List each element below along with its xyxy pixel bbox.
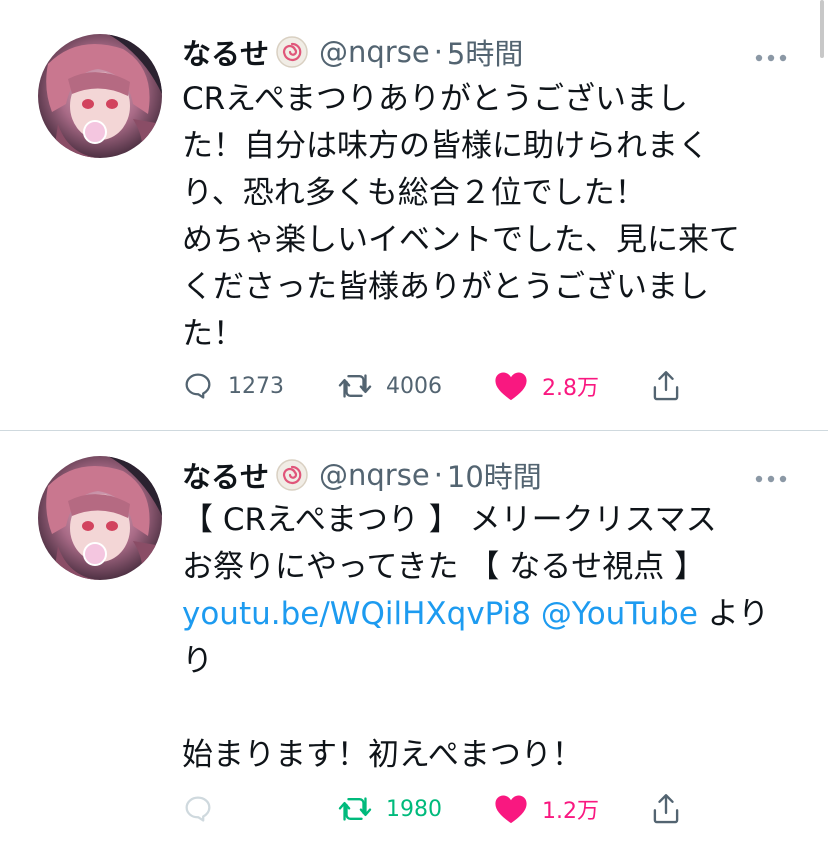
like-count: 1.2万 xyxy=(542,799,599,824)
like-button[interactable]: 2.8万 xyxy=(494,362,599,410)
separator-dot: · xyxy=(433,458,443,492)
avatar[interactable] xyxy=(38,456,162,580)
reply-count: 1273 xyxy=(228,373,284,399)
tweet-text-fragment: より xyxy=(697,596,770,632)
like-button[interactable]: 1.2万 xyxy=(494,785,599,833)
more-options-icon[interactable] xyxy=(754,48,788,62)
tweet-text-line: お祭りにやってきた 【 なるせ視点 】 xyxy=(182,549,706,585)
tweet-actions: 1980 1.2万 xyxy=(182,785,702,833)
youtube-link[interactable]: youtu.be/WQilHXqvPi8 xyxy=(182,596,531,632)
reply-button[interactable] xyxy=(182,785,228,833)
reply-icon xyxy=(182,370,214,402)
share-icon xyxy=(650,369,682,403)
share-icon xyxy=(650,792,682,826)
author-name[interactable]: なるせ xyxy=(182,454,269,496)
heart-icon xyxy=(494,370,528,402)
retweet-count: 1980 xyxy=(386,796,442,822)
author-handle[interactable]: @nqrse xyxy=(319,458,430,492)
scrollbar[interactable] xyxy=(820,0,824,58)
author-handle[interactable]: @nqrse xyxy=(319,35,430,69)
share-button[interactable] xyxy=(650,785,682,833)
tweet-header: なるせ @nqrse · 5時間 xyxy=(182,30,523,74)
tweet-text-line xyxy=(182,685,792,732)
timestamp[interactable]: 10時間 xyxy=(447,454,542,496)
more-options-icon[interactable] xyxy=(754,469,788,483)
like-count: 2.8万 xyxy=(542,376,599,401)
tweet-actions: 1273 4006 2.8万 xyxy=(182,362,702,410)
timestamp[interactable]: 5時間 xyxy=(447,31,523,73)
tweet-text-line: くださった皆様ありがとうございまし xyxy=(182,269,709,305)
heart-icon xyxy=(494,793,528,825)
tweet-text-line: youtu.be/WQilHXqvPi8 @YouTube より xyxy=(182,591,792,638)
tweet[interactable]: なるせ @nqrse · 5時間 CRえぺまつりありがとうございまし た！自分は味… xyxy=(0,0,828,430)
tweet[interactable]: なるせ @nqrse · 10時間 【 CRえぺまつり 】 メリークリスマス お祭… xyxy=(0,431,828,858)
author-name[interactable]: なるせ xyxy=(182,31,269,73)
tweet-text-line: めちゃ楽しいイベントでした、見に来て xyxy=(182,222,740,258)
tweet-text-line: た！自分は味方の皆様に助けられまく xyxy=(182,128,709,164)
tweet-text-line: 【 CRえぺまつり 】 メリークリスマス xyxy=(182,502,717,538)
retweet-icon xyxy=(338,793,372,825)
tweet-text-line: り xyxy=(182,643,213,679)
tweet-text-line: た！ xyxy=(182,316,244,352)
swirl-emoji-icon xyxy=(275,35,309,69)
avatar[interactable] xyxy=(38,34,162,158)
retweet-icon xyxy=(338,370,372,402)
tweet-header: なるせ @nqrse · 10時間 xyxy=(182,453,542,497)
swirl-emoji-icon xyxy=(275,458,309,492)
retweet-button[interactable]: 4006 xyxy=(338,362,442,410)
separator-dot: · xyxy=(433,35,443,69)
share-button[interactable] xyxy=(650,362,682,410)
retweet-button[interactable]: 1980 xyxy=(338,785,442,833)
tweet-text-line: り、恐れ多くも総合２位でした！ xyxy=(182,175,646,211)
reply-button[interactable]: 1273 xyxy=(182,362,284,410)
reply-icon xyxy=(182,793,214,825)
tweet-text-line: 始まります！初えぺまつり！ xyxy=(182,737,583,773)
tweet-text-line: CRえぺまつりありがとうございまし xyxy=(182,81,689,117)
tweet-text: CRえぺまつりありがとうございまし た！自分は味方の皆様に助けられまく り、恐れ多く… xyxy=(182,76,792,358)
mention-link[interactable]: @YouTube xyxy=(541,596,698,632)
retweet-count: 4006 xyxy=(386,373,442,399)
tweet-text: 【 CRえぺまつり 】 メリークリスマス お祭りにやってきた 【 なるせ視点 】 y… xyxy=(182,497,792,779)
